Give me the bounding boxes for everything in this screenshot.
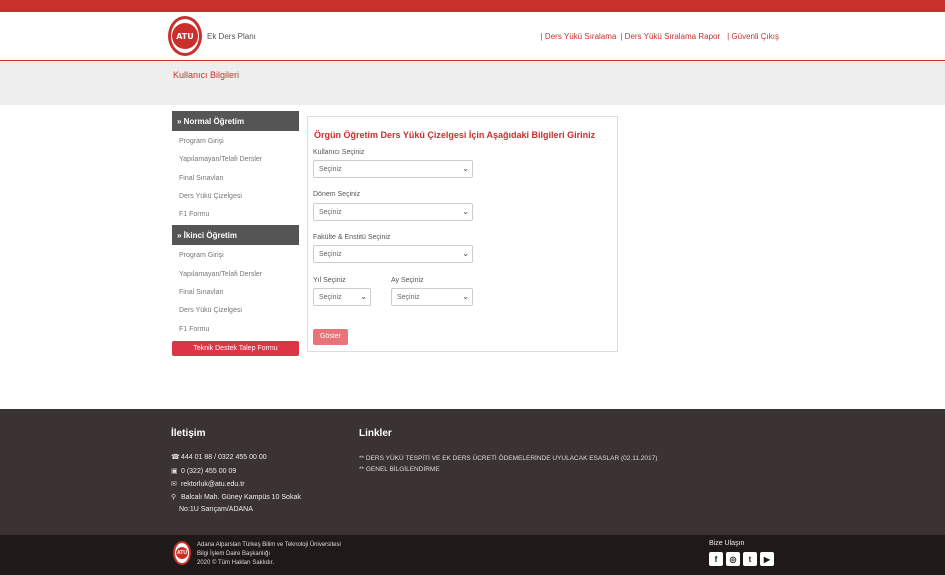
twitter-icon[interactable]: t <box>743 552 757 566</box>
footer-logo-mark: ATU <box>176 547 188 559</box>
sidebar-list-normal: Program Girişi Yapılamayan/Telafi Dersle… <box>172 131 299 224</box>
copyright: 2020 © Tüm Hakları Saklıdır. <box>197 560 275 566</box>
contact-email: ✉ rektorluk@atu.edu.tr <box>171 480 245 489</box>
instagram-icon[interactable]: ◎ <box>726 552 740 566</box>
org-name: Adana Alparslan Türkeş Bilim ve Teknoloj… <box>197 542 341 548</box>
org-info: Adana Alparslan Türkeş Bilim ve Teknoloj… <box>197 541 341 568</box>
year-select-label: Yıl Seçiniz <box>313 277 346 284</box>
faculty-select-value: Seçiniz <box>319 251 342 258</box>
sidebar-item-f1-formu[interactable]: F1 Formu <box>172 206 299 224</box>
location-pin-icon: ⚲ <box>171 494 177 501</box>
subheader: Kullanıcı Bilgileri <box>0 62 945 105</box>
atu-footer-logo: ATU <box>173 541 191 565</box>
month-select[interactable]: Seçiniz ⌄ <box>391 288 473 306</box>
sidebar-item-final-sinavlari[interactable]: Final Sınavları <box>172 170 299 188</box>
top-accent-bar <box>0 0 945 12</box>
sidebar-list-ikinci: Program Girişi Yapılamayan/Telafi Dersle… <box>172 245 299 338</box>
contact-address: ⚲ Balcalı Mah. Güney Kampüs 10 Sokak <box>171 493 301 502</box>
chevron-down-icon: ⌄ <box>462 164 469 173</box>
sidebar-item-telafi-dersler[interactable]: Yapılamayan/Telafi Dersler <box>172 151 299 169</box>
chevron-down-icon: ⌄ <box>462 249 469 258</box>
atu-logo[interactable]: ATU <box>168 16 202 56</box>
footer: İletişim ☎ 444 01 88 / 0322 455 00 00 ▣ … <box>0 409 945 535</box>
form-panel: Örgün Öğretim Ders Yükü Çizelgesi İçin A… <box>307 116 618 352</box>
nav-ders-yuku-siralama[interactable]: | Ders Yükü Sıralama <box>541 32 617 41</box>
sidebar-heading-ikinci[interactable]: » İkinci Öğretim <box>172 225 299 246</box>
sidebar-item-ders-yuku-cizelgesi[interactable]: Ders Yükü Çizelgesi <box>172 188 299 206</box>
sidebar: » Normal Öğretim Program Girişi Yapılama… <box>172 111 299 356</box>
user-select[interactable]: Seçiniz ⌄ <box>313 160 473 178</box>
top-nav: | Ders Yükü Sıralama | Ders Yükü Sıralam… <box>541 32 779 41</box>
show-button[interactable]: Göster <box>313 329 348 345</box>
chevron-down-icon: ⌄ <box>360 292 367 301</box>
fax-text: 0 (322) 455 00 09 <box>181 467 237 475</box>
email-text[interactable]: rektorluk@atu.edu.tr <box>181 481 245 488</box>
term-select-value: Seçiniz <box>319 209 342 216</box>
social-links: f ◎ t ▶ <box>709 552 774 566</box>
year-select-value: Seçiniz <box>319 294 342 301</box>
phone-icon: ☎ <box>171 454 180 461</box>
facebook-icon[interactable]: f <box>709 552 723 566</box>
term-select-label: Dönem Seçiniz <box>313 191 361 198</box>
sidebar-item-program-girisi-2[interactable]: Program Girişi <box>172 247 299 265</box>
form-title: Örgün Öğretim Ders Yükü Çizelgesi İçin A… <box>314 130 596 140</box>
chevron-down-icon: ⌄ <box>462 292 469 301</box>
contact-phone: ☎ 444 01 88 / 0322 455 00 00 <box>171 453 267 462</box>
contact-address-2: No:1U Sarıçam/ADANA <box>179 506 253 513</box>
contact-fax: ▣ 0 (322) 455 00 09 <box>171 467 237 476</box>
bottom-bar: ATU Adana Alparslan Türkeş Bilim ve Tekn… <box>0 535 945 575</box>
page-title: Kullanıcı Bilgileri <box>173 70 240 80</box>
sidebar-item-final-sinavlari-2[interactable]: Final Sınavları <box>172 284 299 302</box>
fax-icon: ▣ <box>171 468 178 475</box>
year-select[interactable]: Seçiniz ⌄ <box>313 288 371 306</box>
faculty-select-label: Fakülte & Enstitü Seçiniz <box>313 234 391 241</box>
org-department: Bilgi İşlem Daire Başkanlığı <box>197 551 271 557</box>
nav-ders-yuku-siralama-rapor[interactable]: | Ders Yükü Sıralama Rapor <box>620 32 720 41</box>
sidebar-item-ders-yuku-cizelgesi-2[interactable]: Ders Yükü Çizelgesi <box>172 302 299 320</box>
support-request-button[interactable]: Teknik Destek Talep Formu <box>172 340 299 356</box>
user-select-value: Seçiniz <box>319 166 342 173</box>
sidebar-item-telafi-dersler-2[interactable]: Yapılamayan/Telafi Dersler <box>172 266 299 284</box>
sidebar-heading-normal[interactable]: » Normal Öğretim <box>172 111 299 131</box>
term-select[interactable]: Seçiniz ⌄ <box>313 203 473 221</box>
mail-icon: ✉ <box>171 481 177 488</box>
youtube-icon[interactable]: ▶ <box>760 552 774 566</box>
links-heading: Linkler <box>359 428 392 439</box>
chevron-down-icon: ⌄ <box>462 207 469 216</box>
footer-link-genel-bilgilendirme[interactable]: ** GENEL BİLGİLENDİRME <box>359 466 440 473</box>
footer-link-esaslar[interactable]: ** DERS YÜKÜ TESPİTİ VE EK DERS ÜCRETİ Ö… <box>359 455 657 462</box>
nav-guvenli-cikis[interactable]: | Güvenli Çıkış <box>727 32 779 41</box>
user-select-label: Kullanıcı Seçiniz <box>313 149 365 156</box>
faculty-select[interactable]: Seçiniz ⌄ <box>313 245 473 263</box>
logo-mark: ATU <box>172 23 198 49</box>
address-line-2: No:1U Sarıçam/ADANA <box>179 506 253 513</box>
sidebar-item-program-girisi[interactable]: Program Girişi <box>172 133 299 151</box>
phone-text: 444 01 88 / 0322 455 00 00 <box>181 453 267 461</box>
address-line-1: Balcalı Mah. Güney Kampüs 10 Sokak <box>181 493 301 501</box>
app-title: Ek Ders Planı <box>207 32 256 41</box>
month-select-value: Seçiniz <box>397 294 420 301</box>
contact-us-label: Bize Ulaşın <box>709 540 745 547</box>
month-select-label: Ay Seçiniz <box>391 277 424 284</box>
contact-heading: İletişim <box>171 428 206 439</box>
sidebar-item-f1-formu-2[interactable]: F1 Formu <box>172 321 299 339</box>
header: ATU Ek Ders Planı | Ders Yükü Sıralama |… <box>0 12 945 61</box>
